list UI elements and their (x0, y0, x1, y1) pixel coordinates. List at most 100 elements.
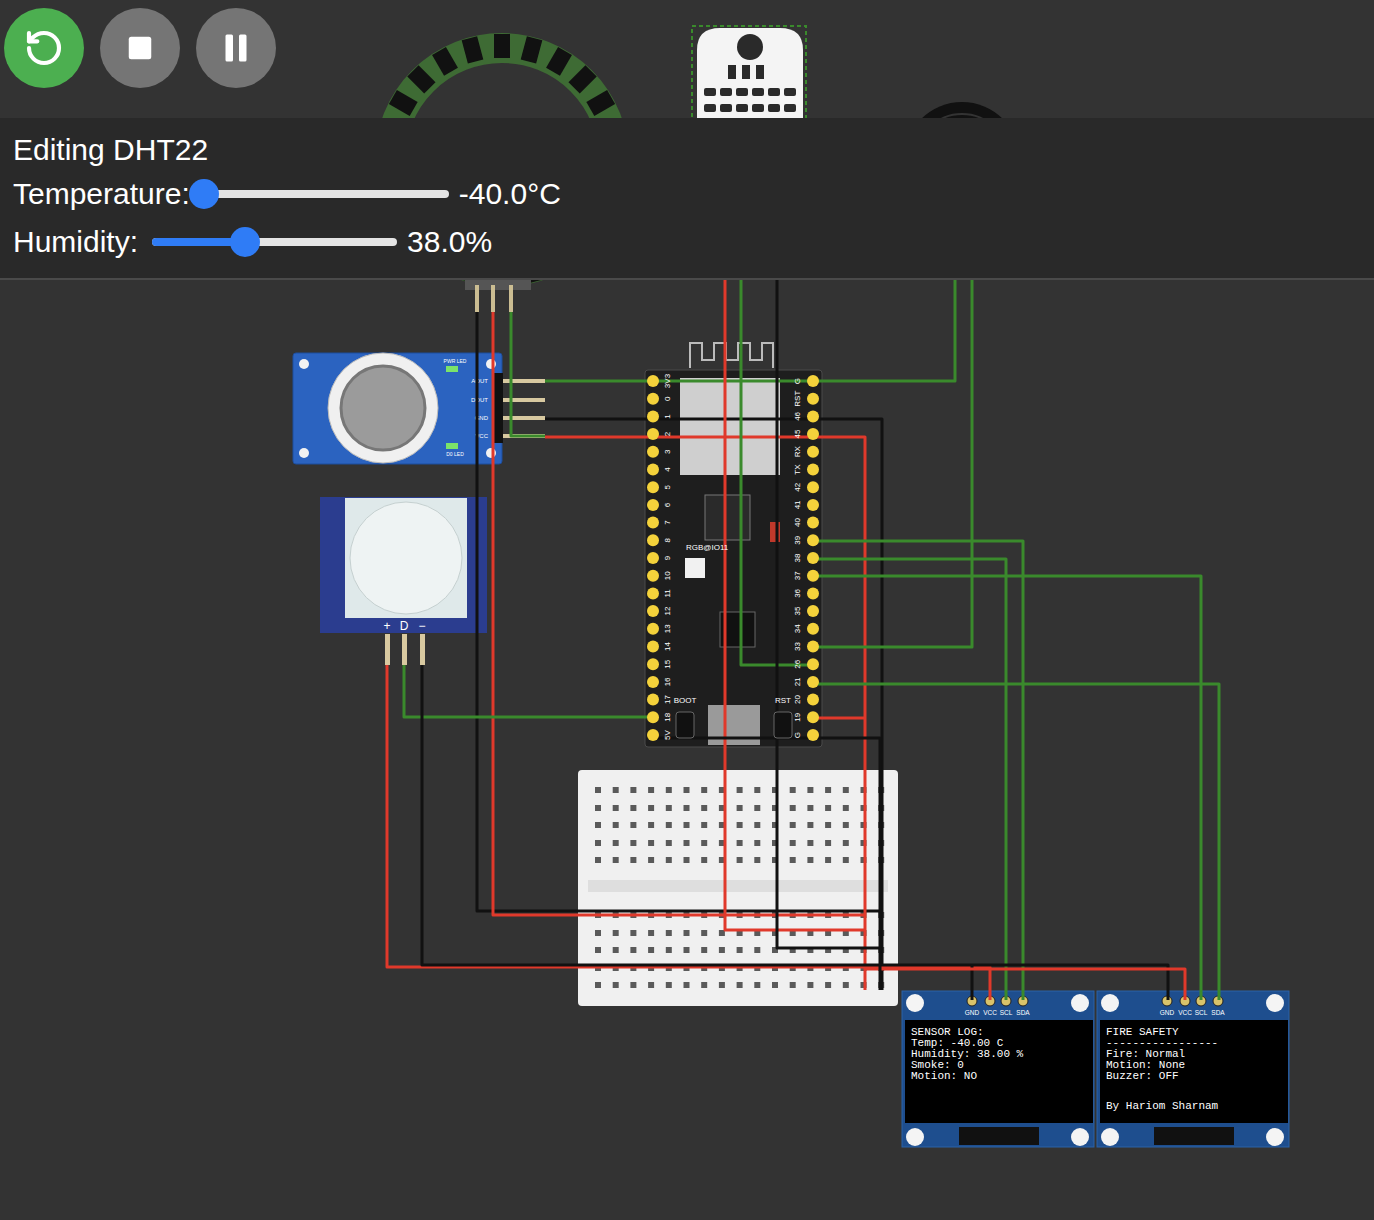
svg-text:G: G (793, 732, 802, 738)
board-pin[interactable]: 20 (793, 694, 819, 706)
board-pin[interactable]: 41 (793, 499, 819, 511)
board-pin[interactable]: 12 (647, 605, 672, 617)
slider-thumb[interactable] (230, 227, 260, 257)
board-pin[interactable]: 39 (793, 534, 819, 546)
board-pin[interactable]: TX (793, 464, 819, 476)
board-pin[interactable]: 7 (647, 517, 672, 529)
board-pin[interactable]: RX (793, 446, 819, 458)
board-pin[interactable]: 2 (647, 428, 672, 440)
wire (404, 665, 653, 717)
svg-text:RST: RST (793, 391, 802, 407)
svg-text:18: 18 (663, 712, 672, 721)
board-pin[interactable]: 0 (647, 393, 672, 405)
svg-text:3V3: 3V3 (663, 373, 672, 388)
board-button[interactable]: BOOT (674, 696, 697, 738)
motion-sensor[interactable]: + D− (320, 497, 487, 665)
svg-text:SCL: SCL (1195, 1009, 1208, 1016)
sensor-pin[interactable]: D (400, 619, 409, 665)
stop-button[interactable] (100, 8, 180, 88)
svg-text:BOOT: BOOT (674, 696, 697, 705)
board-pin[interactable]: 36 (793, 587, 819, 599)
sensor-pin[interactable]: AOUT (471, 378, 545, 384)
board-pin[interactable]: 34 (793, 623, 819, 635)
wire (545, 280, 955, 381)
svg-text:5: 5 (663, 484, 672, 489)
editor-field: Humidity:38.0% (13, 218, 1361, 266)
editor-field: Temperature:-40.0°C (13, 170, 1361, 218)
pause-button[interactable] (196, 8, 276, 88)
svg-text:35: 35 (793, 606, 802, 615)
svg-text:0: 0 (663, 396, 672, 401)
field-reading: -40.0°C (459, 177, 561, 211)
slider-thumb[interactable] (189, 179, 219, 209)
svg-text:By Hariom Sharnam: By Hariom Sharnam (1106, 1100, 1219, 1112)
board-pin[interactable]: 3V3 (647, 373, 672, 388)
esp32-board[interactable] (645, 343, 822, 747)
svg-text:GND: GND (965, 1009, 980, 1016)
board-pin[interactable]: 38 (793, 552, 819, 564)
wire (477, 312, 880, 911)
board-pin[interactable]: 5 (647, 481, 672, 493)
svg-text:46: 46 (793, 411, 802, 420)
oled-display[interactable]: GNDVCCSCLSDASENSOR LOG:Temp: -40.00 CHum… (902, 991, 1094, 1147)
board-pin[interactable]: 10 (647, 570, 672, 582)
svg-text:Motion: NO: Motion: NO (911, 1070, 977, 1082)
svg-text:26: 26 (793, 659, 802, 668)
board-pin[interactable]: 5V (647, 729, 672, 741)
board-pin[interactable]: 46 (793, 410, 819, 422)
board-pin[interactable]: 11 (647, 587, 672, 599)
board-pin[interactable]: 8 (647, 534, 672, 546)
pause-icon (218, 30, 254, 66)
board-pin[interactable]: 42 (793, 481, 819, 493)
gas-sensor[interactable]: PWR LEDD0 LEDAOUTDOUTGNDVCC (293, 353, 545, 464)
board-pin[interactable]: 16 (647, 676, 672, 688)
oled-display[interactable]: GNDVCCSCLSDAFIRE SAFETY-----------------… (1097, 991, 1289, 1147)
board-pin[interactable]: 21 (793, 676, 819, 688)
svg-text:AOUT: AOUT (471, 378, 488, 384)
sensor-pin[interactable]: + (383, 619, 390, 665)
sensor-pin[interactable]: − (418, 619, 425, 665)
svg-text:+: + (383, 619, 390, 633)
board-pin[interactable]: RST (793, 391, 819, 407)
wire (422, 665, 1168, 1000)
board-pin[interactable]: 37 (793, 570, 819, 582)
field-slider[interactable] (204, 190, 449, 198)
svg-text:34: 34 (793, 624, 802, 633)
field-slider[interactable] (152, 238, 397, 246)
svg-text:36: 36 (793, 588, 802, 597)
svg-text:SDA: SDA (1211, 1009, 1225, 1016)
board-pin[interactable]: G (793, 375, 819, 387)
dht22-sensor[interactable] (692, 26, 806, 122)
board-pin[interactable]: 40 (793, 517, 819, 529)
board-pin[interactable]: 1 (647, 410, 672, 422)
svg-text:G: G (793, 378, 802, 384)
board-pin[interactable]: 6 (647, 499, 672, 511)
board-pin[interactable]: 45 (793, 428, 819, 440)
wire (812, 280, 972, 647)
board-button[interactable]: RST (774, 696, 792, 738)
board-pin[interactable]: 3 (647, 446, 672, 458)
restart-button[interactable] (4, 8, 84, 88)
svg-text:SCL: SCL (1000, 1009, 1013, 1016)
svg-text:33: 33 (793, 642, 802, 651)
board-pin[interactable]: 26 (793, 658, 819, 670)
breadboard[interactable] (578, 770, 898, 1006)
board-pin[interactable]: 13 (647, 623, 672, 635)
board-pin[interactable]: G (793, 729, 819, 741)
wire (493, 312, 865, 915)
svg-text:42: 42 (793, 482, 802, 491)
board-pin[interactable]: 17 (647, 694, 672, 706)
svg-text:17: 17 (663, 695, 672, 704)
board-pin[interactable]: 9 (647, 552, 672, 564)
board-pin[interactable]: 19 (793, 711, 819, 723)
field-reading: 38.0% (407, 225, 492, 259)
board-pin[interactable]: 18 (647, 711, 672, 723)
board-pin[interactable]: 4 (647, 464, 672, 476)
svg-text:37: 37 (793, 571, 802, 580)
board-pin[interactable]: 35 (793, 605, 819, 617)
svg-text:38: 38 (793, 553, 802, 562)
sensor-pin[interactable]: DOUT (471, 397, 545, 403)
board-pin[interactable]: 33 (793, 641, 819, 653)
board-pin[interactable]: 15 (647, 658, 672, 670)
board-pin[interactable]: 14 (647, 641, 672, 653)
